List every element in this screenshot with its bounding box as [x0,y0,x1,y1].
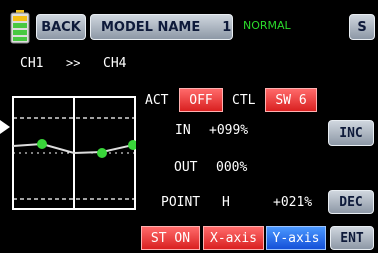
x-axis-label: X-axis [210,230,257,246]
ctl-label: CTL [232,93,256,108]
curve-point[interactable] [97,148,107,158]
act-label: ACT [145,93,169,108]
model-number: 1 [222,19,232,35]
point-value: +021% [273,195,313,210]
inc-button-label: INC [339,125,363,141]
y-axis-button[interactable]: Y-axis [266,226,326,250]
channel-from: CH1 [20,56,44,71]
ent-button-label: ENT [340,230,364,246]
x-axis-button[interactable]: X-axis [203,226,264,250]
point-id: H [222,195,230,210]
out-value: 000% [216,160,248,175]
st-on-button[interactable]: ST ON [141,226,200,250]
s-button-label: S [357,19,367,35]
back-button-label: BACK [41,19,81,35]
ctl-switch-label: SW 6 [275,92,307,108]
arrow-pointer-icon [0,119,10,134]
dec-button[interactable]: DEC [328,190,374,214]
channel-arrow: >> [66,56,81,70]
flight-mode-label: NORMAL [243,19,291,32]
model-name-label: MODEL NAME [101,19,201,35]
ent-button[interactable]: ENT [330,226,374,250]
channel-to: CH4 [103,56,127,71]
act-toggle-label: OFF [189,92,213,108]
curve-graph-svg [12,96,138,210]
dec-button-label: DEC [339,194,363,210]
model-name-button[interactable]: MODEL NAME 1 [90,14,233,40]
ctl-switch-button[interactable]: SW 6 [265,88,317,112]
in-value: +099% [209,123,249,138]
s-button[interactable]: S [349,14,375,40]
curve-point[interactable] [37,139,47,149]
point-label: POINT [161,195,201,210]
inc-button[interactable]: INC [328,120,374,146]
act-toggle-button[interactable]: OFF [179,88,223,112]
in-label: IN [175,123,191,138]
out-label: OUT [174,160,198,175]
curve-graph[interactable] [12,96,138,210]
y-axis-label: Y-axis [272,230,320,246]
st-on-label: ST ON [150,230,191,246]
battery-icon [10,10,30,44]
back-button[interactable]: BACK [36,14,86,40]
screen: BACK MODEL NAME 1 NORMAL S CH1 >> CH4 AC… [0,0,378,253]
